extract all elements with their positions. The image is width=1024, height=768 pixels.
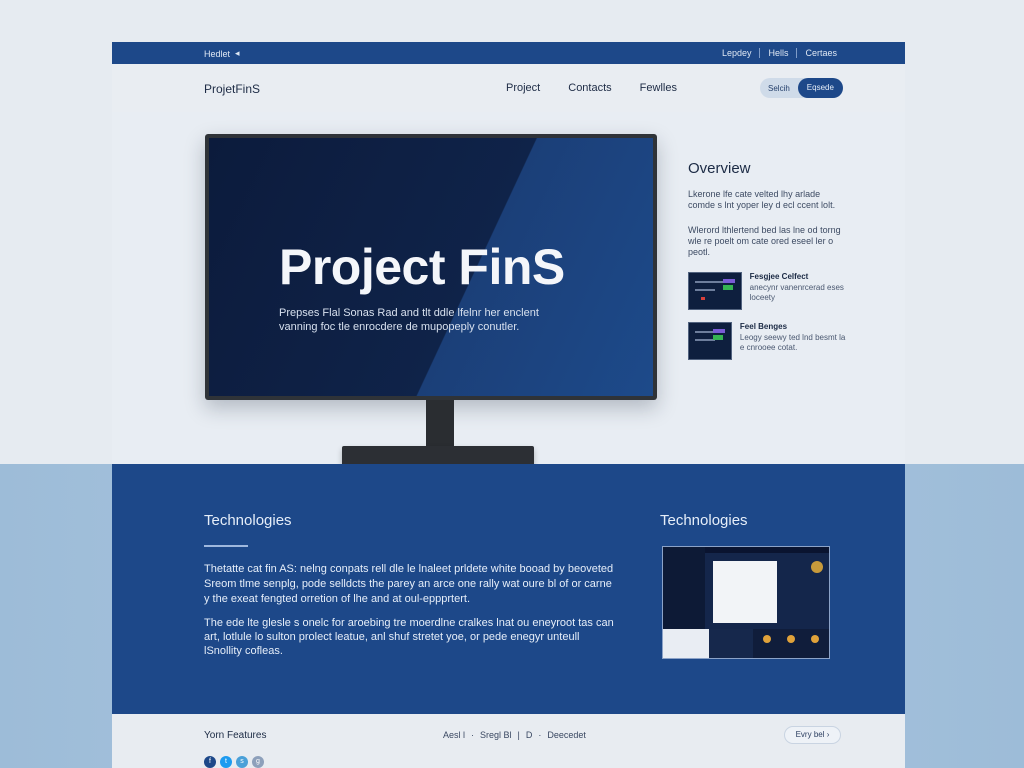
site-logo[interactable]: ProjetFinS [204, 82, 260, 96]
hero-section: Project FinS Prepses Flal Sonas Rad and … [112, 112, 905, 466]
github-icon[interactable]: g [252, 756, 264, 768]
footer-link[interactable]: Aesl l [443, 730, 465, 740]
technologies-section: Technologies Thetatte cat fin AS: nelng … [112, 464, 905, 714]
utility-left-link[interactable]: Hedlet [204, 49, 230, 59]
overview-item-text: Fesgjee Celfect anecynr vanenrcerad eses… [750, 272, 848, 310]
footer-separator: | [517, 730, 520, 740]
screenshot-panel [663, 629, 709, 658]
overview-item-title: Feel Benges [739, 322, 788, 331]
divider [759, 48, 761, 58]
social-icons: f t s g [204, 756, 264, 768]
footer-link[interactable]: D [526, 730, 533, 740]
utility-link-1[interactable]: Lepdey [722, 48, 752, 58]
search-button[interactable]: Selcih [760, 84, 798, 93]
footer-link[interactable]: Deecedet [547, 730, 586, 740]
explore-button[interactable]: Eqsede [797, 78, 843, 98]
thumbnail-line [695, 289, 715, 291]
screenshot-card-icon [811, 635, 819, 643]
utility-left: Hedlet ◂ [204, 48, 240, 59]
footer-link[interactable]: Sregl Bl [480, 730, 512, 740]
screenshot-card-icon [787, 635, 795, 643]
screenshot-panel [709, 629, 753, 658]
monitor-frame: Project FinS Prepses Flal Sonas Rad and … [205, 134, 657, 400]
footer-separator: · [471, 730, 475, 740]
thumbnail-tag [712, 329, 725, 333]
facebook-icon[interactable]: f [204, 756, 216, 768]
thumbnail-image [688, 272, 742, 310]
nav-item-contacts[interactable]: Contacts [568, 82, 611, 94]
utility-bar: Hedlet ◂ Lepdey Hells Certaes [112, 42, 905, 64]
technologies-paragraph-1: Thetatte cat fin AS: nelng conpats rell … [204, 563, 614, 605]
screenshot-sidebar [663, 547, 705, 629]
header-actions: Selcih Eqsede [760, 78, 843, 98]
overview-item-2[interactable]: Feel Benges Leogy seewy ted lnd besmt la… [688, 322, 848, 360]
overview-item-desc: Leogy seewy ted lnd besmt la e cnrooee c… [739, 333, 846, 352]
overview-panel: Overview Lkerone lfe cate velted lhy arl… [688, 160, 848, 360]
page-container: Hedlet ◂ Lepdey Hells Certaes ProjetFinS… [112, 42, 905, 768]
nav-item-features[interactable]: Fewlles [640, 82, 677, 94]
thumbnail-tag [722, 285, 733, 290]
technologies-title-right: Technologies [660, 512, 748, 529]
screenshot-card-icon [763, 635, 771, 643]
thumbnail-line [695, 281, 723, 283]
site-footer: Yorn Features Aesl l · Sregl Bl | D · De… [112, 714, 905, 768]
utility-link-3[interactable]: Certaes [805, 48, 837, 58]
monitor-stand-neck [426, 400, 454, 448]
arrow-left-icon[interactable]: ◂ [235, 48, 240, 59]
overview-paragraph-1: Lkerone lfe cate velted lhy arlade comde… [688, 189, 836, 210]
avatar [811, 561, 823, 573]
thumbnail-tag [712, 335, 723, 340]
overview-item-desc: anecynr vanenrcerad eses loceety [749, 283, 844, 302]
divider [796, 48, 798, 58]
footer-links: Aesl l · Sregl Bl | D · Deecedet [443, 730, 586, 740]
thumbnail-tag [722, 279, 735, 283]
screenshot-panel [753, 629, 829, 658]
utility-link-2[interactable]: Hells [768, 48, 788, 58]
skype-icon[interactable]: s [236, 756, 248, 768]
overview-item-title: Fesgjee Celfect [749, 272, 809, 281]
main-nav: Project Contacts Fewlles [506, 82, 677, 94]
hero-title: Project FinS [279, 239, 565, 295]
twitter-icon[interactable]: t [220, 756, 232, 768]
footer-separator: · [538, 730, 542, 740]
monitor-screen: Project FinS Prepses Flal Sonas Rad and … [209, 138, 653, 396]
utility-right: Lepdey Hells Certaes [722, 48, 837, 58]
monitor-stand-base [342, 446, 534, 466]
hero-description: Prepses Flal Sonas Rad and tlt ddle lfel… [279, 307, 539, 333]
overview-item-text: Feel Benges Leogy seewy ted lnd besmt la… [740, 322, 848, 360]
overview-item-1[interactable]: Fesgjee Celfect anecynr vanenrcerad eses… [688, 272, 848, 310]
footer-cta-button[interactable]: Evry bel › [784, 726, 841, 744]
title-underline [204, 545, 248, 547]
overview-title: Overview [688, 160, 751, 177]
technologies-title-left: Technologies [204, 512, 292, 529]
technologies-paragraph-2: The ede lte glesle s onelc for aroebing … [204, 617, 614, 657]
nav-item-project[interactable]: Project [506, 82, 540, 94]
screenshot-window [713, 561, 777, 623]
app-screenshot[interactable] [662, 546, 830, 659]
footer-title: Yorn Features [204, 730, 267, 741]
thumbnail-dot [701, 297, 705, 300]
overview-paragraph-2: Wlerord lthlertend bed las lne od torng … [688, 225, 841, 257]
site-header: ProjetFinS Project Contacts Fewlles Selc… [112, 64, 905, 112]
thumbnail-image [688, 322, 732, 360]
